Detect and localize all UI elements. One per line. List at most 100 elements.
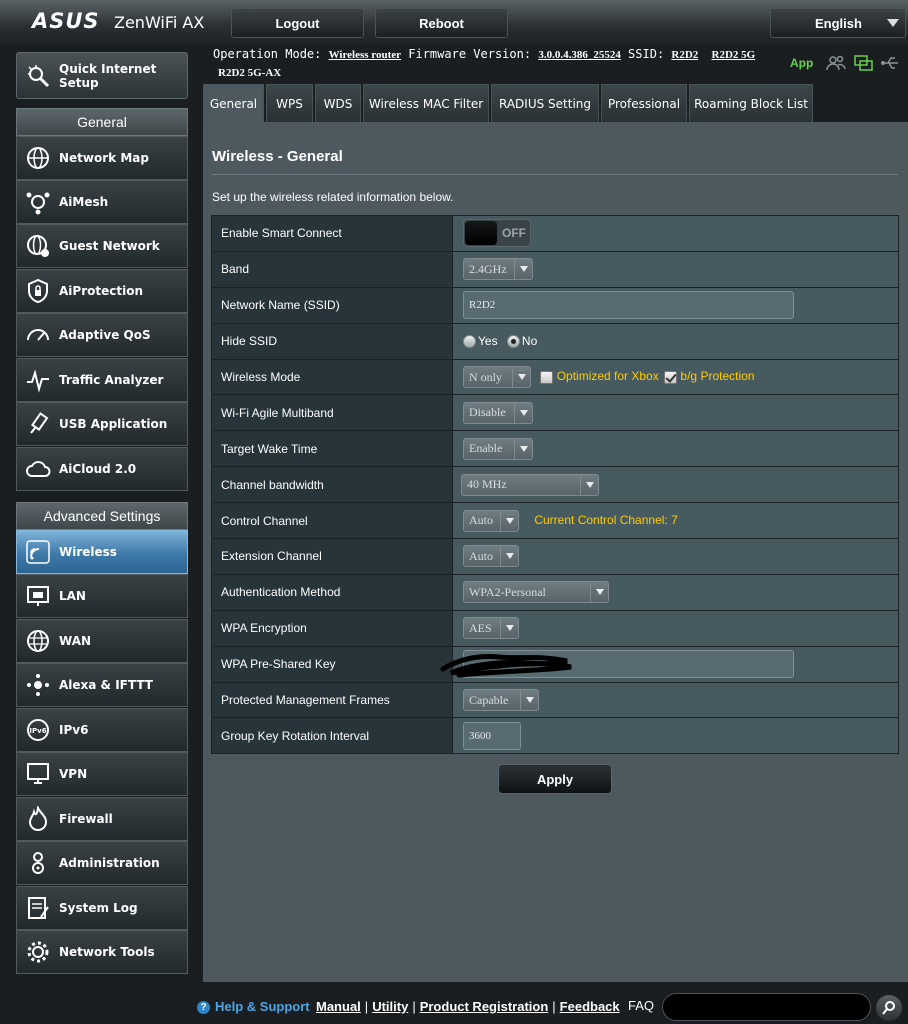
feedback-link[interactable]: Feedback — [560, 999, 620, 1014]
hide-ssid-yes-radio[interactable] — [463, 335, 476, 349]
tab-wps[interactable]: WPS — [266, 84, 313, 122]
table-row: Wireless Mode N only Optimized for Xbox … — [211, 358, 899, 396]
chevron-down-icon — [580, 474, 598, 495]
faq-search-input[interactable] — [662, 993, 871, 1021]
ssid-label: SSID: — [628, 47, 665, 61]
hide-ssid-no-radio[interactable] — [506, 335, 520, 349]
sidebar-item-adaptive-qos[interactable]: Adaptive QoS — [16, 313, 188, 357]
tab-wds[interactable]: WDS — [315, 84, 361, 122]
monitor-icon — [23, 759, 53, 789]
xbox-optimize-checkbox[interactable] — [540, 370, 554, 384]
page-title: Wireless - General — [212, 148, 343, 165]
ssid-link-2[interactable]: R2D2 5G — [712, 49, 756, 61]
utility-link[interactable]: Utility — [372, 999, 408, 1014]
sidebar-item-firewall[interactable]: Firewall — [16, 797, 188, 841]
model-name: ZenWiFi AX — [114, 13, 205, 32]
agile-multiband-value: Disable — [469, 405, 506, 420]
pmf-select[interactable]: Capable — [463, 689, 539, 712]
apply-button[interactable]: Apply — [498, 764, 612, 794]
sidebar-item-ipv6[interactable]: IPv6 IPv6 — [16, 708, 188, 752]
sidebar-item-network-map[interactable]: Network Map — [16, 136, 188, 180]
wpa-encryption-select[interactable]: AES — [463, 617, 519, 640]
control-channel-select[interactable]: Auto — [463, 509, 519, 532]
tab-professional[interactable]: Professional — [601, 84, 687, 122]
sidebar-item-alexa-ifttt[interactable]: Alexa & IFTTT — [16, 663, 188, 707]
sidebar-item-label: AiProtection — [59, 284, 143, 298]
table-row: Protected Management Frames Capable — [211, 681, 899, 719]
separator: | — [552, 999, 556, 1014]
group-key-interval-input[interactable]: 3600 — [463, 721, 521, 750]
firmware-link[interactable]: 3.0.0.4.386_25524 — [538, 49, 621, 61]
chevron-down-icon — [514, 259, 532, 280]
tab-radius-setting[interactable]: RADIUS Setting — [491, 84, 599, 122]
sidebar-item-guest-network[interactable]: Guest Network — [16, 224, 188, 268]
sidebar-item-lan[interactable]: LAN — [16, 574, 188, 618]
product-registration-link[interactable]: Product Registration — [420, 999, 549, 1014]
language-select[interactable]: English — [770, 8, 906, 38]
app-link[interactable]: App — [790, 56, 813, 70]
clients-icon[interactable] — [826, 54, 846, 72]
hub-icon — [23, 670, 53, 700]
sidebar-item-label: System Log — [59, 901, 138, 915]
sidebar-item-system-log[interactable]: System Log — [16, 886, 188, 930]
search-icon — [882, 1001, 895, 1015]
firmware-label: Firmware Version: — [408, 47, 532, 61]
sidebar-item-traffic-analyzer[interactable]: Traffic Analyzer — [16, 358, 188, 402]
sidebar-item-usb-application[interactable]: USB Application — [16, 402, 188, 446]
operation-mode-label: Operation Mode: — [213, 47, 322, 61]
bg-protection-label: b/g Protection — [680, 369, 755, 384]
footer-links: Manual | Utility | Product Registration | Feed… — [316, 999, 620, 1014]
sidebar-item-aimesh[interactable]: AiMesh — [16, 180, 188, 224]
sidebar-item-aiprotection[interactable]: AiProtection — [16, 269, 188, 313]
usb-icon — [23, 409, 53, 439]
control-channel-value: Auto — [469, 513, 493, 528]
smart-connect-toggle[interactable]: OFF — [463, 219, 531, 248]
status-info: Operation Mode: Wireless router Firmware… — [213, 46, 773, 82]
ssid-input[interactable]: R2D2 — [463, 291, 794, 320]
setting-label: Authentication Method — [211, 573, 453, 611]
auth-method-select[interactable]: WPA2-Personal — [463, 581, 609, 604]
manual-link[interactable]: Manual — [316, 999, 361, 1014]
sidebar-item-wan[interactable]: WAN — [16, 619, 188, 663]
sidebar-item-aicloud[interactable]: AiCloud 2.0 — [16, 447, 188, 491]
tab-wireless-mac-filter[interactable]: Wireless MAC Filter — [363, 84, 489, 122]
content-panel: Wireless - General Set up the wireless r… — [203, 122, 908, 982]
tab-general[interactable]: General — [203, 84, 264, 122]
reboot-button[interactable]: Reboot — [375, 8, 508, 38]
sidebar-item-vpn[interactable]: VPN — [16, 752, 188, 796]
operation-mode-link[interactable]: Wireless router — [329, 49, 401, 61]
guest-globe-icon — [23, 231, 53, 261]
network-status-icon[interactable] — [854, 54, 874, 72]
sidebar-item-label: Network Tools — [59, 945, 155, 959]
sidebar-item-label: AiMesh — [59, 195, 109, 209]
table-row: WPA Encryption AES — [211, 609, 899, 647]
sidebar-item-label: Firewall — [59, 812, 113, 826]
target-wake-time-select[interactable]: Enable — [463, 437, 533, 460]
faq-search-button[interactable] — [876, 995, 902, 1021]
shield-lock-icon — [23, 276, 53, 306]
agile-multiband-select[interactable]: Disable — [463, 401, 533, 424]
sidebar-item-label: Administration — [59, 856, 160, 870]
bg-protection-checkbox[interactable] — [664, 370, 678, 384]
sidebar-item-network-tools[interactable]: Network Tools — [16, 930, 188, 974]
wireless-mode-select[interactable]: N only — [463, 366, 531, 388]
extension-channel-select[interactable]: Auto — [463, 545, 519, 568]
separator: | — [412, 999, 416, 1014]
quick-internet-setup-button[interactable]: Quick Internet Setup — [16, 52, 188, 99]
channel-bandwidth-select[interactable]: 40 MHz — [461, 473, 599, 496]
radio-label-yes: Yes — [478, 333, 498, 348]
chevron-down-icon — [520, 690, 538, 711]
sidebar-item-label: AiCloud 2.0 — [59, 462, 137, 476]
table-row: Channel bandwidth 40 MHz — [211, 466, 899, 504]
band-select[interactable]: 2.4GHz — [463, 258, 533, 281]
auth-method-value: WPA2-Personal — [469, 584, 546, 599]
usb-status-icon[interactable] — [880, 54, 900, 72]
help-support-link[interactable]: Help & Support — [215, 999, 310, 1014]
tab-roaming-block-list[interactable]: Roaming Block List — [689, 84, 813, 122]
sidebar-item-label: Network Map — [59, 151, 149, 165]
sidebar-item-administration[interactable]: Administration — [16, 841, 188, 885]
sidebar-item-wireless[interactable]: Wireless — [16, 530, 188, 574]
logout-button[interactable]: Logout — [231, 8, 364, 38]
table-row: WPA Pre-Shared Key — [211, 645, 899, 683]
ssid-link-1[interactable]: R2D2 — [671, 49, 698, 61]
